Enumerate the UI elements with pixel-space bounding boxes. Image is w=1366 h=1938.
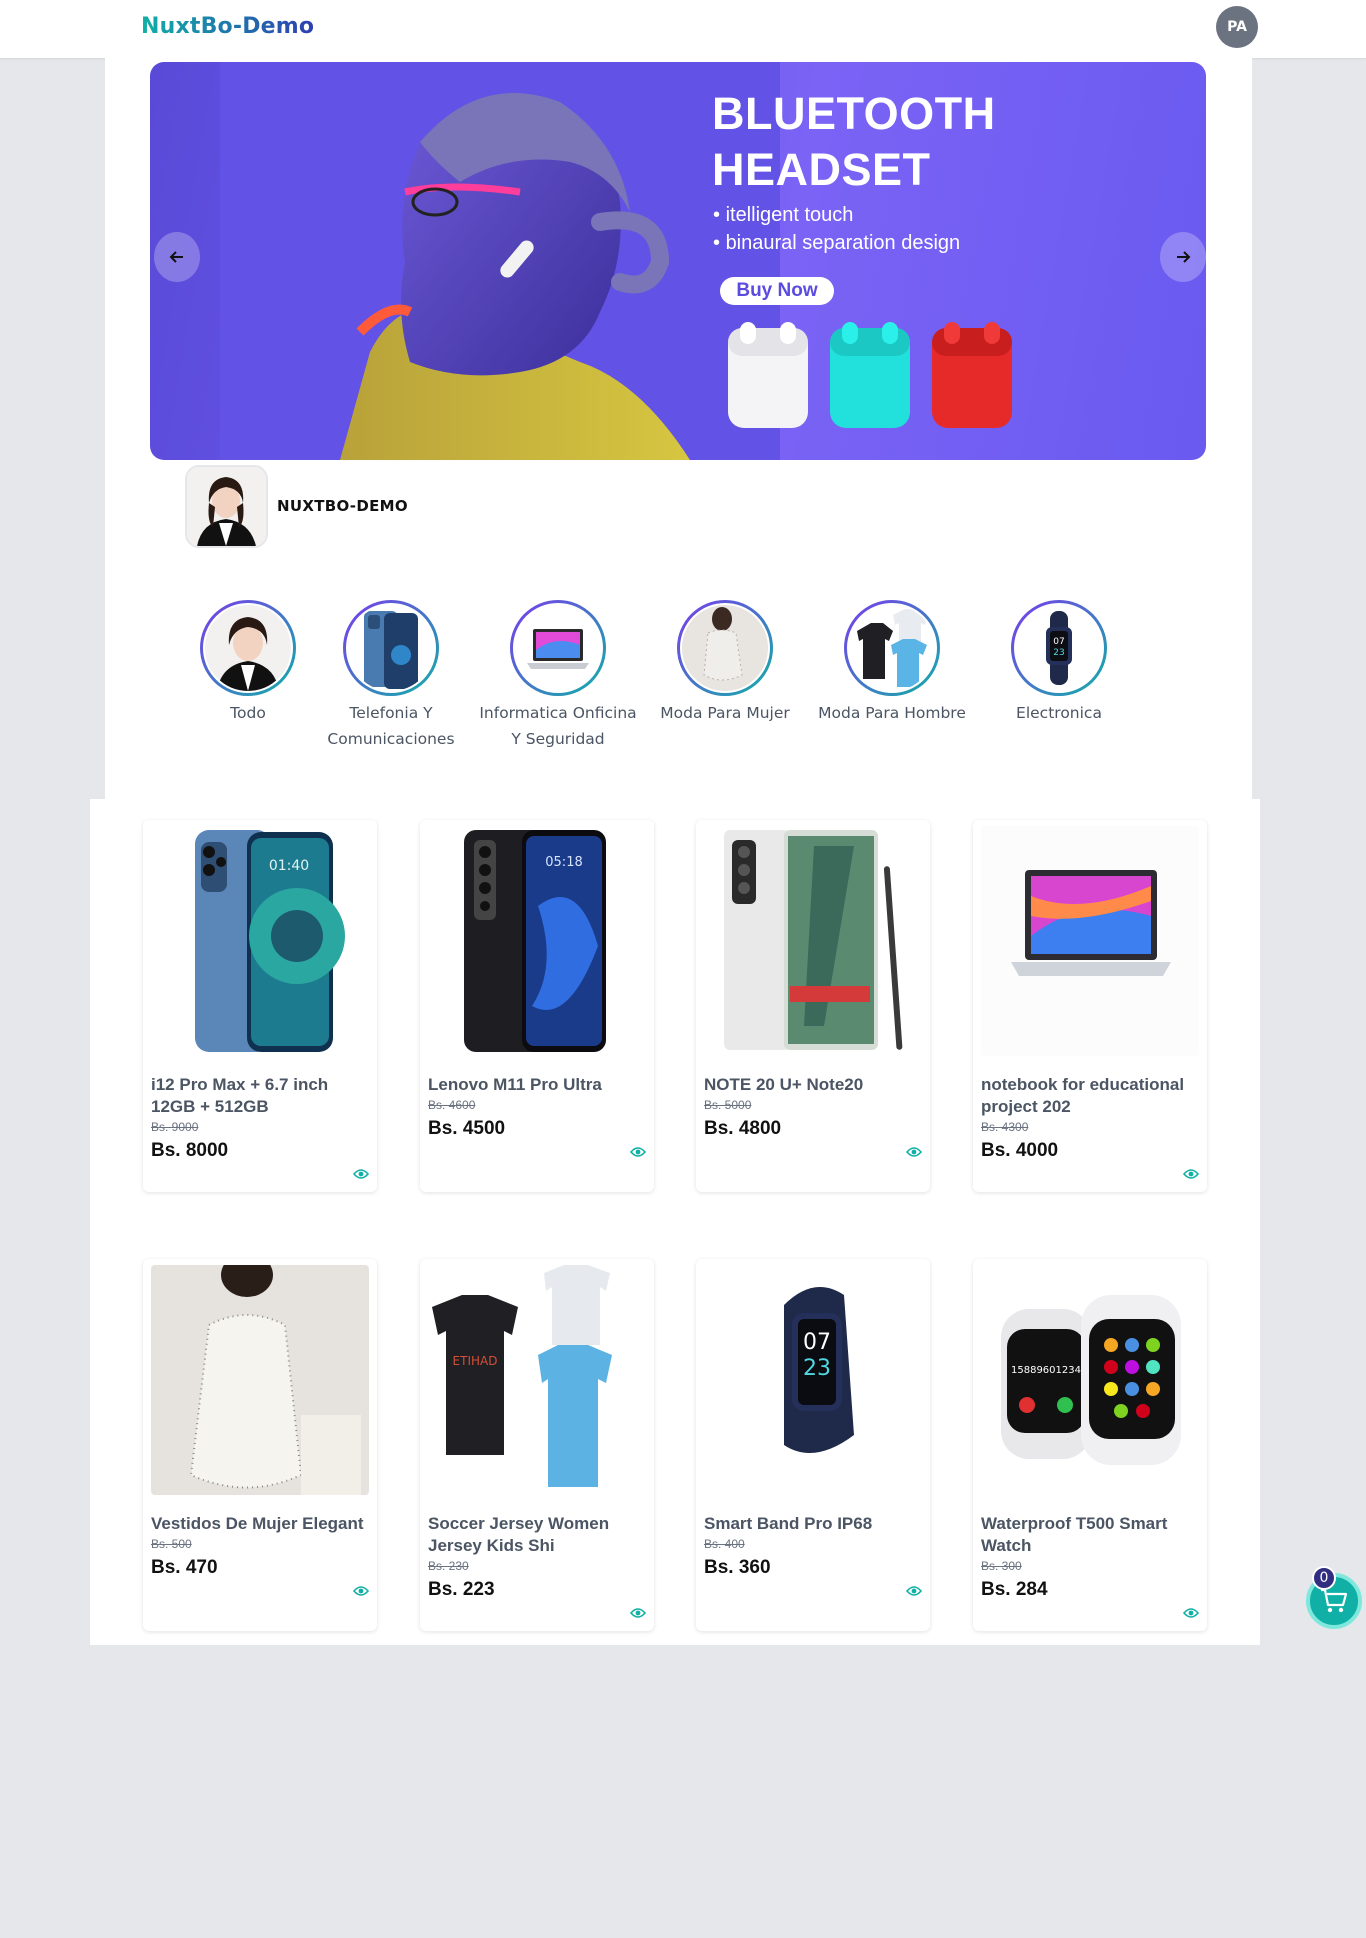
product-name[interactable]: notebook for educational project 202 [981,1074,1203,1118]
category-moda-mujer[interactable]: Moda Para Mujer [645,600,805,726]
category-informatica[interactable]: Informatica Onficina Y Seguridad [478,600,638,752]
category-electronica[interactable]: 07 23 Electronica [979,600,1139,726]
eye-icon[interactable] [906,1585,922,1597]
product-price: Bs. 4800 [704,1118,782,1139]
category-label: Electronica [1016,704,1102,722]
product-card[interactable]: ETIHAD Soccer Jersey Women Jersey Kids S… [420,1259,654,1631]
product-name[interactable]: Smart Band Pro IP68 [704,1513,926,1535]
eye-icon[interactable] [353,1585,369,1597]
product-price: Bs. 223 [428,1579,495,1600]
product-card[interactable]: Vestidos De Mujer Elegant Bs. 500 Bs. 47… [143,1259,377,1631]
eye-icon[interactable] [630,1607,646,1619]
site-logo[interactable]: NuxtBo-Demo [141,14,314,39]
category-image [849,605,935,691]
cart-count-badge: 0 [1312,1566,1336,1590]
product-price: Bs. 470 [151,1557,218,1578]
product-name[interactable]: Vestidos De Mujer Elegant [151,1513,373,1535]
product-image: 07 23 [704,1265,922,1495]
product-image [151,1265,369,1495]
product-image: 05:18 [428,826,646,1056]
category-image [682,605,768,691]
store-avatar [185,465,268,548]
product-image [704,826,922,1056]
category-label: Telefonia Y Comunicaciones [327,704,455,748]
svg-text:23: 23 [803,1356,831,1381]
category-image [205,605,291,691]
product-name[interactable]: Soccer Jersey Women Jersey Kids Shi [428,1513,650,1557]
store-avatar-image [187,467,266,546]
banner-bullet: binaural separation design [713,229,961,257]
banner-carousel[interactable]: BLUETOOTH HEADSET itelligent touch binau… [150,62,1206,460]
svg-text:23: 23 [1053,648,1064,658]
svg-text:07: 07 [803,1330,831,1355]
product-card[interactable]: NOTE 20 U+ Note20 Bs. 5000 Bs. 4800 [696,820,930,1192]
arrow-left-icon [169,251,183,263]
product-price: Bs. 360 [704,1557,771,1578]
category-label: Informatica Onficina Y Seguridad [479,704,637,748]
product-image: 15889601234 [981,1265,1199,1495]
product-old-price: Bs. 4300 [981,1120,1029,1134]
user-avatar[interactable]: PA [1216,6,1258,48]
category-image: 07 23 [1016,605,1102,691]
category-moda-hombre[interactable]: Moda Para Hombre [812,600,972,726]
category-telefonia[interactable]: Telefonia Y Comunicaciones [311,600,471,752]
carousel-prev-button[interactable] [154,232,200,282]
product-old-price: Bs. 400 [704,1537,745,1551]
svg-text:05:18: 05:18 [545,855,582,870]
arrow-right-icon [1177,251,1191,263]
store-name: NUXTBO-DEMO [277,497,408,515]
category-image [348,605,434,691]
category-label: Moda Para Mujer [660,704,790,722]
banner-bullets: itelligent touch binaural separation des… [713,201,961,257]
product-card[interactable]: notebook for educational project 202 Bs.… [973,820,1207,1192]
top-header: NuxtBo-Demo PA [0,0,1366,58]
product-name[interactable]: Waterproof T500 Smart Watch [981,1513,1203,1557]
category-image [515,605,601,691]
product-price: Bs. 4000 [981,1140,1059,1161]
banner-person-image [220,62,780,460]
banner-bullet: itelligent touch [713,201,960,229]
earbuds-image [728,322,1012,428]
eye-icon[interactable] [1183,1168,1199,1180]
svg-text:07: 07 [1053,637,1064,647]
product-price: Bs. 8000 [151,1140,229,1161]
carousel-next-button[interactable] [1160,232,1206,282]
product-name[interactable]: Lenovo M11 Pro Ultra [428,1074,650,1096]
eye-icon[interactable] [630,1146,646,1158]
category-label: Moda Para Hombre [818,704,966,722]
buy-now-button[interactable]: Buy Now [720,277,834,305]
product-image: ETIHAD [428,1265,646,1495]
product-card[interactable]: 07 23 Smart Band Pro IP68 Bs. 400 Bs. 36… [696,1259,930,1631]
product-old-price: Bs. 4600 [428,1098,476,1112]
product-old-price: Bs. 230 [428,1559,469,1573]
product-image: 01:40 [151,826,369,1056]
product-name[interactable]: NOTE 20 U+ Note20 [704,1074,926,1096]
product-name[interactable]: i12 Pro Max + 6.7 inch 12GB + 512GB [151,1074,373,1118]
eye-icon[interactable] [353,1168,369,1180]
category-label: Todo [230,704,266,722]
svg-text:ETIHAD: ETIHAD [453,1354,498,1368]
product-old-price: Bs. 300 [981,1559,1022,1573]
shopping-cart-icon [1321,1588,1348,1613]
category-todo[interactable]: Todo [168,600,328,726]
product-old-price: Bs. 9000 [151,1120,199,1134]
product-image [981,826,1199,1056]
product-old-price: Bs. 5000 [704,1098,752,1112]
eye-icon[interactable] [906,1146,922,1158]
product-card[interactable]: 01:40 i12 Pro Max + 6.7 inch 12GB + 512G… [143,820,377,1192]
product-price: Bs. 284 [981,1579,1048,1600]
product-old-price: Bs. 500 [151,1537,192,1551]
product-price: Bs. 4500 [428,1118,506,1139]
eye-icon[interactable] [1183,1607,1199,1619]
banner-title: BLUETOOTH HEADSET [712,88,996,195]
product-card[interactable]: 05:18 Lenovo M11 Pro Ultra Bs. 4600 Bs. … [420,820,654,1192]
svg-text:01:40: 01:40 [269,858,309,874]
svg-text:15889601234: 15889601234 [1011,1365,1081,1376]
product-card[interactable]: 15889601234 Waterproof T500 Smart Watch … [973,1259,1207,1631]
